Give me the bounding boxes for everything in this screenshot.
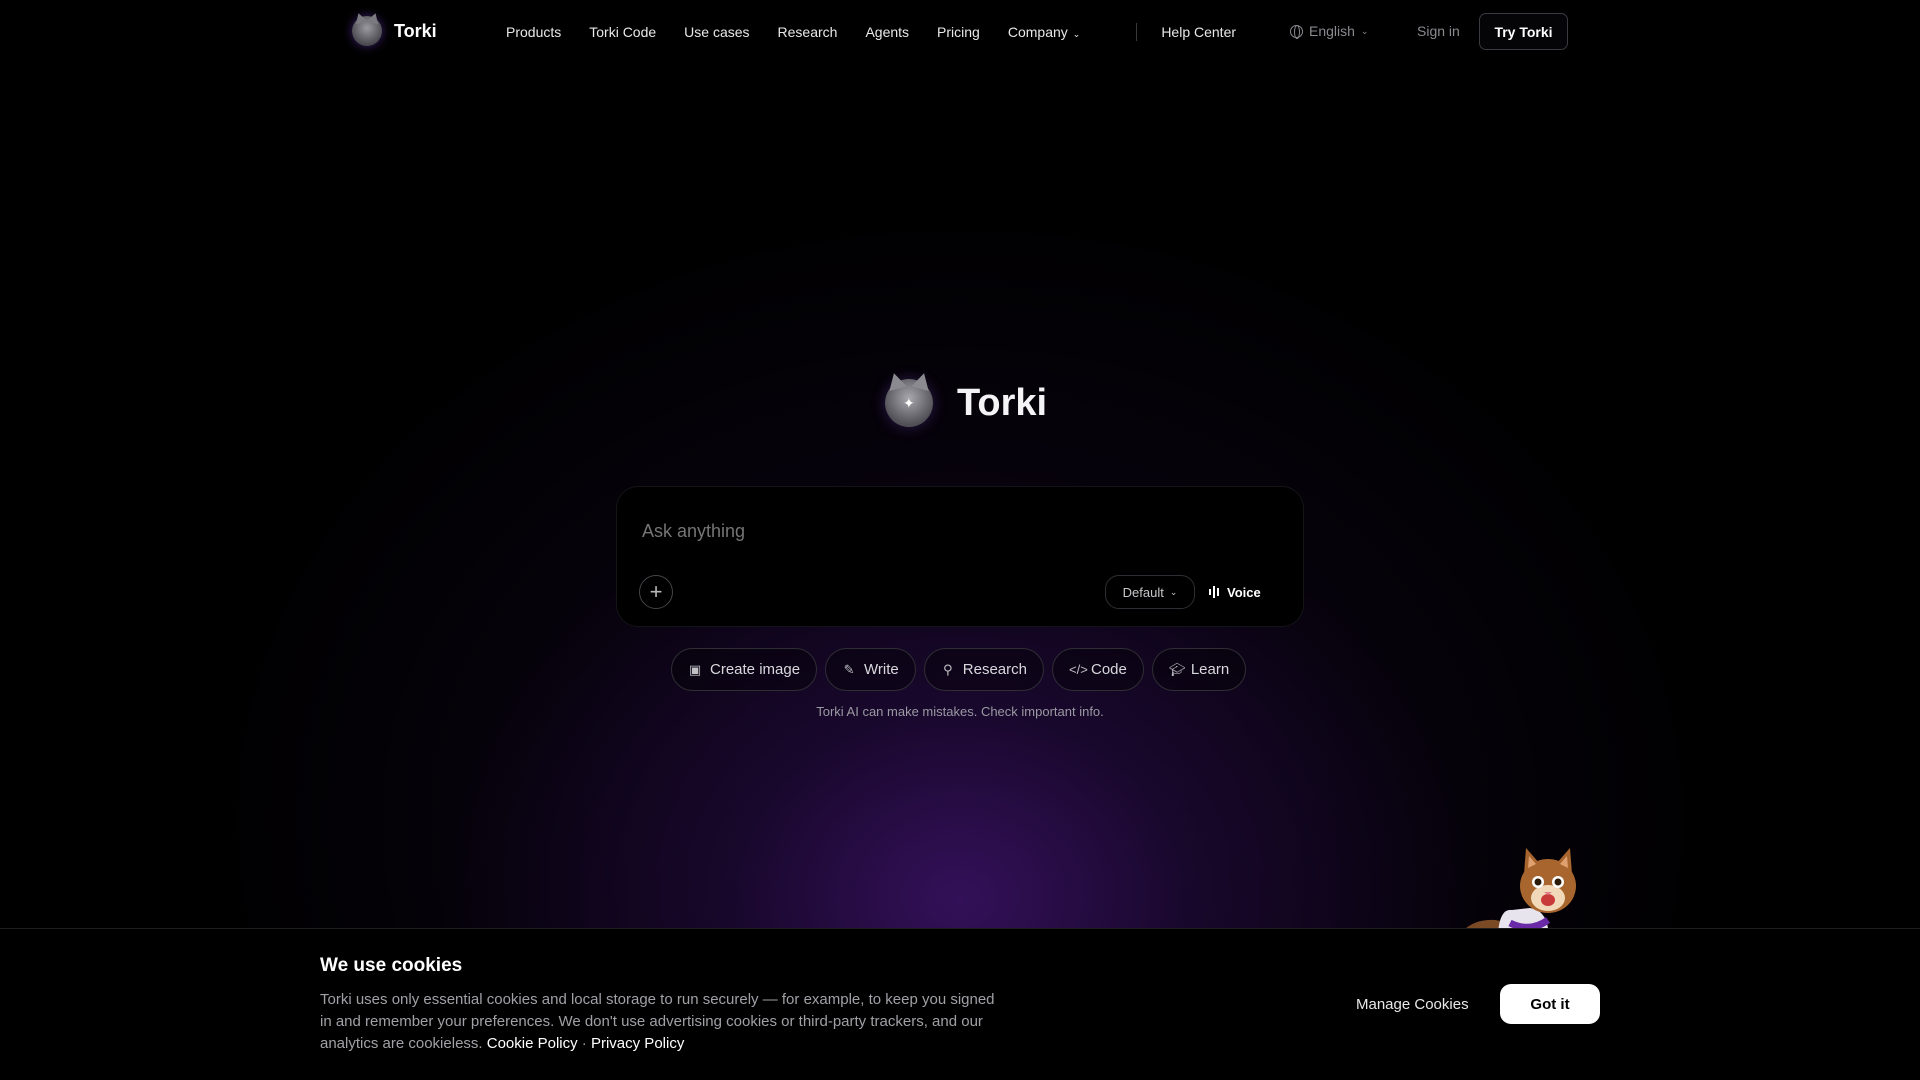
cookie-description: Torki uses only essential cookies and lo…: [320, 989, 1010, 1055]
graduation-cap-icon: 🎓︎: [1168, 661, 1186, 677]
brand-logo[interactable]: Torki: [352, 16, 437, 46]
add-attachment-button[interactable]: +: [639, 575, 673, 609]
chip-label: Learn: [1190, 661, 1230, 678]
cookie-title: We use cookies: [320, 955, 463, 976]
nav-link-company[interactable]: Company ⌄: [1008, 24, 1108, 40]
chip-label: Code: [1090, 661, 1127, 678]
nav-link-products[interactable]: Products: [506, 24, 561, 40]
link-separator: ·: [581, 1035, 587, 1052]
chip-code[interactable]: </> Code: [1051, 648, 1144, 691]
nav-link-use-cases[interactable]: Use cases: [684, 24, 749, 40]
ask-input[interactable]: [642, 521, 1242, 542]
try-torki-button[interactable]: Try Torki: [1479, 13, 1568, 50]
image-icon: ▣: [688, 661, 702, 677]
voice-button[interactable]: Voice: [1209, 575, 1261, 609]
disclaimer-text: Torki AI can make mistakes. Check import…: [816, 704, 1104, 719]
cat-logo-icon: [352, 16, 382, 46]
chip-label: Create image: [710, 661, 801, 678]
chevron-down-icon: ⌄: [1169, 586, 1178, 597]
cat-logo-icon: ✦: [885, 379, 933, 427]
privacy-policy-link[interactable]: Privacy Policy: [591, 1035, 684, 1052]
hero-title: Torki: [957, 381, 1048, 424]
voice-label: Voice: [1227, 584, 1261, 600]
globe-icon: [1290, 24, 1303, 39]
brand-name: Torki: [394, 20, 437, 41]
chip-create-image[interactable]: ▣ Create image: [671, 648, 818, 691]
chip-label: Research: [962, 661, 1027, 678]
plus-icon: +: [649, 579, 663, 604]
nav-link-research[interactable]: Research: [778, 24, 838, 40]
cookie-policy-link[interactable]: Cookie Policy: [487, 1035, 578, 1052]
hero-header: ✦ Torki: [885, 379, 1047, 427]
nav-company-label: Company: [1007, 24, 1068, 40]
language-label: English: [1309, 23, 1355, 39]
nav-link-pricing[interactable]: Pricing: [937, 24, 980, 40]
chevron-down-icon: ⌄: [1360, 25, 1369, 36]
nav-link-torki-code[interactable]: Torki Code: [589, 24, 656, 40]
pencil-icon: ✎: [843, 661, 855, 677]
suggestion-chips: ▣ Create image ✎ Write ⚲ Research </> Code 🎓…: [671, 648, 1247, 691]
nav-link-help-center[interactable]: Help Center: [1161, 24, 1236, 40]
code-icon: </>: [1068, 662, 1088, 677]
voice-waveform-icon: [1209, 586, 1219, 598]
nav-links: Products Torki Code Use cases Research A…: [506, 23, 1264, 41]
manage-cookies-button[interactable]: Manage Cookies: [1356, 996, 1469, 1013]
sparkle-icon: ✦: [903, 395, 915, 411]
chip-learn[interactable]: 🎓︎ Learn: [1151, 648, 1247, 691]
cookie-banner: We use cookies Torki uses only essential…: [0, 928, 1920, 1080]
top-nav: Torki Products Torki Code Use cases Rese…: [0, 0, 1920, 62]
language-selector[interactable]: English ⌄: [1290, 23, 1368, 39]
chip-write[interactable]: ✎ Write: [825, 648, 916, 691]
search-icon: ⚲: [943, 661, 953, 677]
model-selector[interactable]: Default ⌄: [1105, 575, 1195, 609]
chevron-down-icon: ⌄: [1072, 29, 1081, 39]
chip-label: Write: [864, 661, 899, 678]
nav-link-agents[interactable]: Agents: [865, 24, 909, 40]
chat-input-box: + Default ⌄ Voice: [616, 486, 1304, 627]
chip-research[interactable]: ⚲ Research: [923, 648, 1044, 691]
accept-cookies-button[interactable]: Got it: [1500, 984, 1600, 1024]
nav-divider: [1136, 23, 1138, 41]
sign-in-link[interactable]: Sign in: [1417, 23, 1460, 39]
model-label: Default: [1122, 584, 1164, 600]
